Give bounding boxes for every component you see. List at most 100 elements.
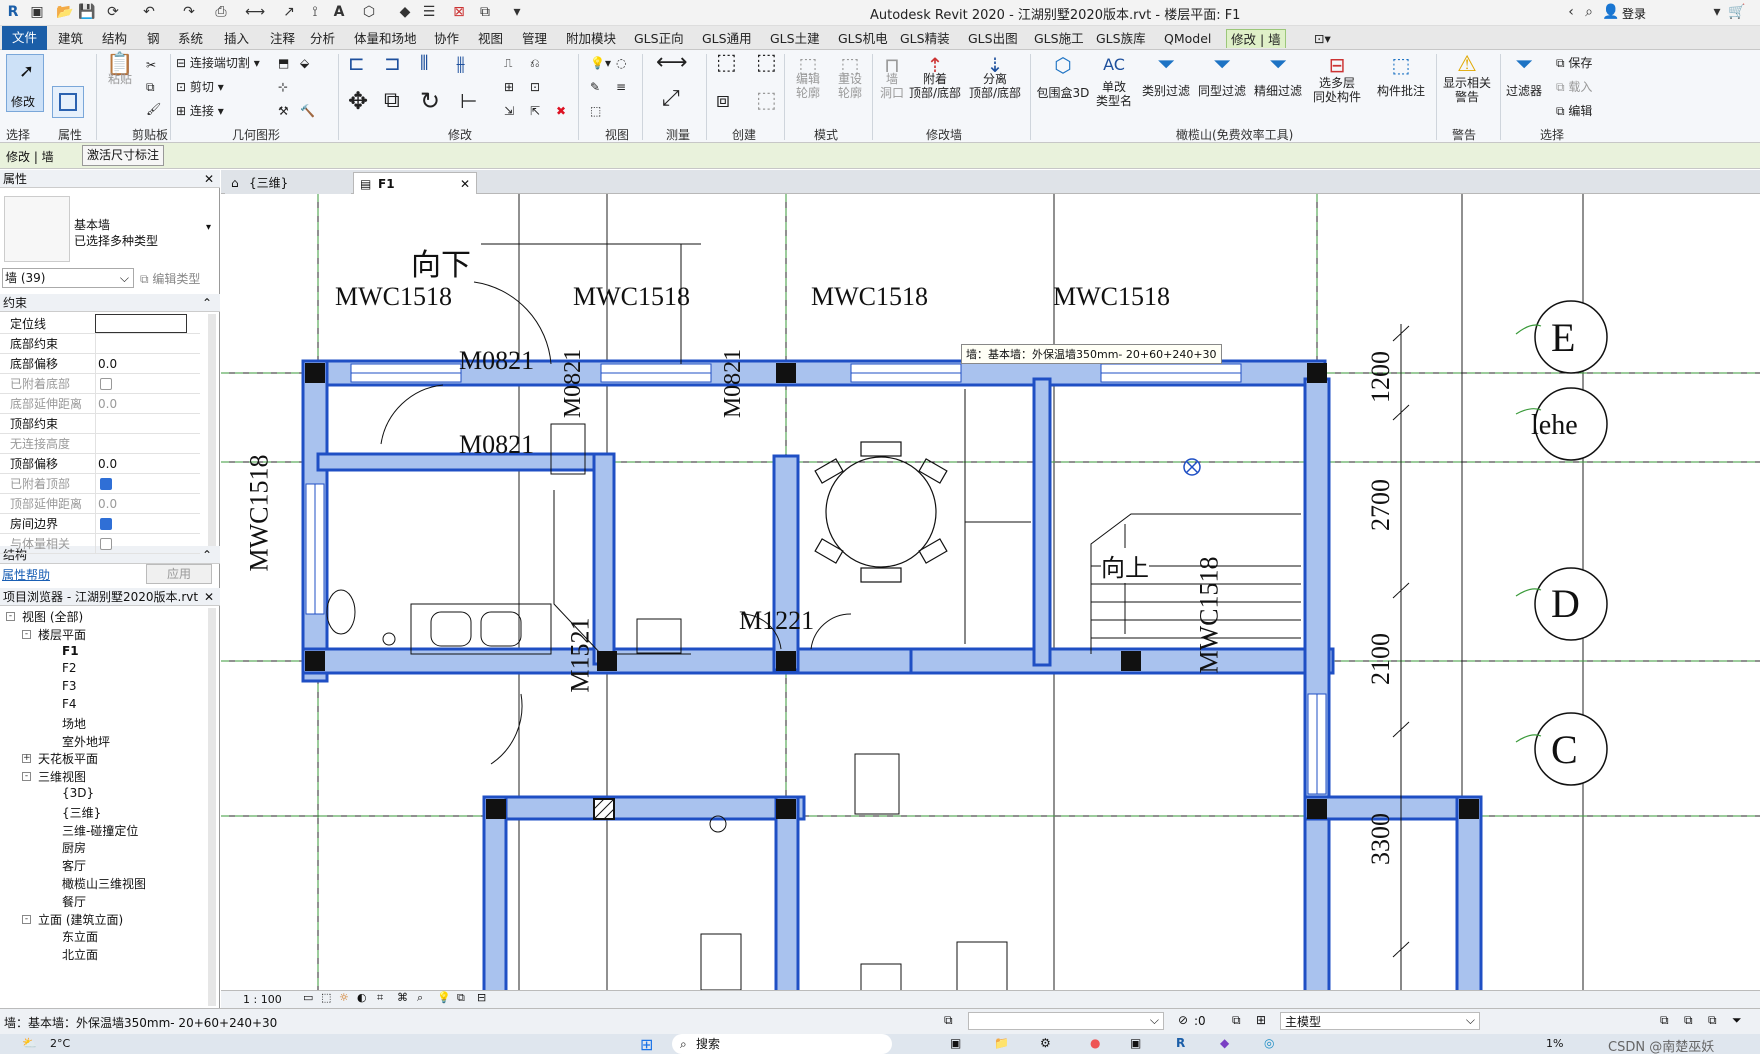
tree-toggle-icon[interactable]: -: [22, 772, 31, 782]
door-tag[interactable]: M0821: [560, 349, 587, 418]
move-icon[interactable]: ✥: [348, 89, 368, 113]
select-box-icon[interactable]: ⬚: [590, 104, 601, 118]
cut-geometry-button[interactable]: ⊡ 剪切 ▾: [176, 80, 224, 94]
select-links-icon[interactable]: ⧉: [1660, 1013, 1669, 1028]
constraints-icon[interactable]: ⊟: [477, 991, 486, 1004]
ribbon-tab[interactable]: GLS机电: [834, 29, 892, 48]
taskbar-app-icon[interactable]: ●: [1090, 1036, 1100, 1050]
close-icon[interactable]: ✕: [204, 588, 214, 606]
property-value[interactable]: 0.0: [95, 454, 187, 473]
save-selection-button[interactable]: ⧉ 保存: [1556, 56, 1592, 70]
create-group-icon[interactable]: ⧈: [716, 90, 730, 112]
grid-bubble-label[interactable]: lehe: [1531, 410, 1578, 442]
door-tag[interactable]: M0821: [459, 430, 534, 460]
tree-toggle-icon[interactable]: -: [6, 612, 15, 621]
detail-level-icon[interactable]: ▭: [303, 991, 313, 1004]
close-icon[interactable]: ✕: [204, 170, 214, 188]
type-dropdown-icon[interactable]: ▾: [206, 222, 211, 233]
bounding-box-3d-button[interactable]: ⬡ 包围盒3D: [1034, 55, 1092, 100]
property-row[interactable]: 已附着顶部: [0, 474, 200, 494]
attach-top-base-button[interactable]: ⇡ 附着 顶部/底部: [906, 55, 964, 100]
ribbon-options-icon[interactable]: ⊡▾: [1310, 29, 1335, 48]
property-value[interactable]: 0.0: [95, 394, 187, 413]
instance-selector[interactable]: 墙 (39) ⌵: [2, 268, 134, 288]
browser-tree-item[interactable]: F3: [62, 679, 77, 693]
property-checkbox[interactable]: [100, 518, 112, 530]
workset-dropdown[interactable]: ⌵: [968, 1012, 1164, 1030]
split-gap-icon[interactable]: ⎌: [530, 56, 540, 70]
same-type-filter-button[interactable]: ⏷ 同型过滤: [1196, 54, 1248, 99]
join-geometry-button[interactable]: ⊞ 连接 ▾: [176, 104, 224, 118]
dropdown-icon[interactable]: ▾: [1708, 3, 1726, 21]
property-checkbox[interactable]: [100, 538, 112, 550]
measure-icon[interactable]: ⟷: [245, 3, 265, 21]
linework-icon[interactable]: ✎: [590, 80, 600, 94]
editable-only-icon[interactable]: ⊘: [1178, 1013, 1188, 1027]
property-value[interactable]: 0.0: [95, 354, 187, 373]
mirror-axis-icon[interactable]: ⫴: [420, 53, 428, 73]
browser-tree-item[interactable]: 视图 (全部): [22, 608, 83, 625]
aligned-dimension-icon[interactable]: ⤢: [662, 88, 680, 110]
close-icon[interactable]: ✕: [460, 173, 470, 195]
align-icon[interactable]: ⊏: [348, 53, 365, 73]
sun-path-icon[interactable]: ☼: [339, 991, 349, 1004]
door-tag[interactable]: M0821: [459, 346, 534, 376]
property-row[interactable]: 房间边界: [0, 514, 200, 534]
save-icon[interactable]: 💾: [78, 3, 96, 21]
property-value[interactable]: [95, 414, 187, 433]
close-hidden-icon[interactable]: ⊠: [450, 3, 468, 21]
ribbon-tab[interactable]: GLS正向: [630, 29, 688, 48]
scale-icon[interactable]: ⊡: [530, 80, 540, 94]
browser-tree-item[interactable]: 场地: [62, 715, 86, 732]
taskbar-app-icon[interactable]: ▣: [950, 1036, 961, 1050]
window-tag[interactable]: MWC1518: [335, 282, 452, 312]
ribbon-tab[interactable]: 结构: [98, 29, 131, 48]
ribbon-tab[interactable]: 系统: [174, 29, 207, 48]
property-value[interactable]: [95, 314, 187, 333]
start-icon[interactable]: ⊞: [640, 1035, 653, 1054]
design-option-dropdown[interactable]: 主模型 ⌵: [1280, 1012, 1480, 1030]
show-crop-icon[interactable]: ⌘: [397, 991, 408, 1004]
measure-between-icon[interactable]: ⟷: [656, 52, 688, 74]
property-row[interactable]: 底部偏移 0.0: [0, 354, 200, 374]
browser-tree-item[interactable]: 天花板平面: [38, 750, 98, 767]
property-row[interactable]: 无连接高度: [0, 434, 200, 454]
ribbon-tab[interactable]: 管理: [518, 29, 551, 48]
grid-bubble-label[interactable]: E: [1551, 314, 1575, 361]
crop-icon[interactable]: ⌗: [377, 991, 383, 1005]
browser-tree-item[interactable]: {3D}: [62, 786, 94, 800]
type-subtitle[interactable]: 已选择多种类型: [74, 232, 158, 249]
filter-button[interactable]: ⏷ 过滤器: [1502, 54, 1546, 99]
demolish-icon[interactable]: ⚒: [278, 104, 289, 118]
design-options-icon[interactable]: ⧉: [1232, 1013, 1241, 1028]
browser-tree-item[interactable]: 北立面: [62, 946, 98, 963]
offset-icon[interactable]: ⊐: [384, 53, 401, 73]
print-icon[interactable]: ⎙: [212, 3, 230, 21]
tab-3d-view[interactable]: ⌂ {三维}: [225, 172, 351, 194]
property-value[interactable]: [95, 334, 187, 353]
wall-joins-icon[interactable]: ⊹: [278, 80, 288, 94]
constraints-section[interactable]: 约束 ⌃: [0, 294, 220, 312]
browser-tree-item[interactable]: F4: [62, 697, 77, 711]
browser-tree-item[interactable]: 厨房: [62, 839, 86, 856]
match-type-icon[interactable]: 🖌: [146, 102, 161, 116]
select-group-label[interactable]: 选择: [6, 126, 30, 143]
ribbon-tab[interactable]: 附加模块: [562, 29, 620, 48]
sync-icon[interactable]: ⟳: [104, 3, 122, 21]
property-value[interactable]: [95, 474, 187, 493]
trim-icon[interactable]: ⊢: [460, 91, 477, 111]
user-icon[interactable]: 👤: [1602, 3, 1620, 21]
rename-type-button[interactable]: AC 单改 类型名: [1094, 57, 1134, 109]
visual-style-icon[interactable]: ⬚: [321, 991, 331, 1004]
paste-button[interactable]: 📋 粘贴: [104, 54, 136, 87]
property-row[interactable]: 定位线: [0, 314, 200, 334]
split-face-icon[interactable]: ⬒: [278, 56, 289, 70]
tag-icon[interactable]: ⟟: [306, 3, 324, 21]
ribbon-tab[interactable]: 协作: [430, 29, 463, 48]
nav-left-icon[interactable]: ‹: [1562, 3, 1580, 21]
door-tag[interactable]: M1521: [566, 617, 596, 692]
hammer-icon[interactable]: 🔨: [300, 104, 315, 118]
open-icon[interactable]: 📂: [56, 3, 74, 21]
taskbar-search[interactable]: ⌕ 搜索: [672, 1034, 892, 1054]
browser-tree-item[interactable]: 客厅: [62, 857, 86, 874]
